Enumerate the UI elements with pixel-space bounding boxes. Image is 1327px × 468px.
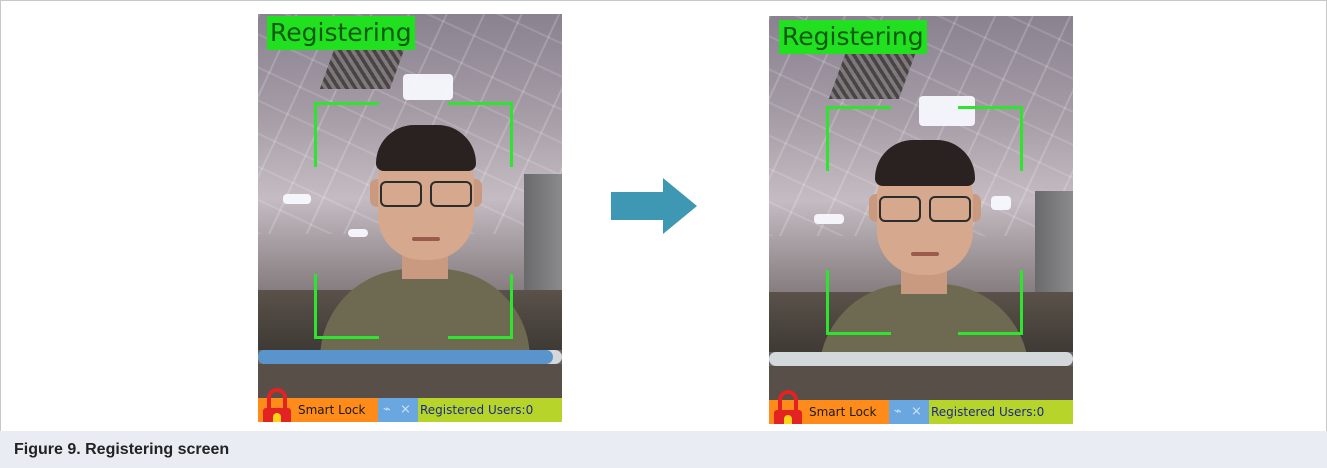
connectivity-icons: ⌁ ⨯ <box>889 400 929 424</box>
registered-users-count: Registered Users:0 <box>418 398 562 422</box>
screen-lower-area <box>258 364 562 398</box>
detection-bracket-top-left <box>826 106 891 171</box>
app-title: Smart Lock <box>296 398 378 422</box>
ceiling-light <box>403 74 453 100</box>
camera-feed: Registering <box>769 16 1073 384</box>
detection-bracket-bottom-right <box>448 274 513 339</box>
lock-icon <box>769 390 807 424</box>
wifi-off-icon: ⌁ <box>894 404 902 419</box>
app-title: Smart Lock <box>807 400 889 424</box>
device-screen-before: Registering Smart Lock ⌁ ⨯ Registered Us… <box>258 14 562 422</box>
detection-bracket-bottom-left <box>314 274 379 339</box>
progress-fill <box>258 350 553 364</box>
registration-progress-bar <box>258 350 562 364</box>
detection-bracket-bottom-right <box>958 270 1023 335</box>
screen-lower-area <box>769 366 1073 400</box>
registration-progress-bar <box>769 352 1073 366</box>
camera-feed: Registering <box>258 14 562 369</box>
detection-bracket-bottom-left <box>826 270 891 335</box>
detection-bracket-top-right <box>958 106 1023 171</box>
registering-label: Registering <box>779 20 927 54</box>
registering-label: Registering <box>267 16 415 50</box>
ceiling-light <box>814 214 844 224</box>
ceiling-light <box>283 194 311 204</box>
connectivity-icons: ⌁ ⨯ <box>378 398 418 422</box>
status-bar: Smart Lock ⌁ ⨯ Registered Users:0 <box>769 390 1073 424</box>
detection-bracket-top-right <box>448 102 513 167</box>
detection-bracket-top-left <box>314 102 379 167</box>
bluetooth-off-icon: ⨯ <box>400 402 411 417</box>
registered-users-count: Registered Users:0 <box>929 400 1073 424</box>
figure-caption: Figure 9. Registering screen <box>14 441 230 458</box>
wifi-off-icon: ⌁ <box>383 402 391 417</box>
bluetooth-off-icon: ⨯ <box>911 404 922 419</box>
lock-icon <box>258 388 296 422</box>
status-bar: Smart Lock ⌁ ⨯ Registered Users:0 <box>258 388 562 422</box>
right-arrow-icon <box>611 178 697 234</box>
device-screen-after: Registering Smart Lock ⌁ ⨯ Registered Us… <box>769 16 1073 424</box>
